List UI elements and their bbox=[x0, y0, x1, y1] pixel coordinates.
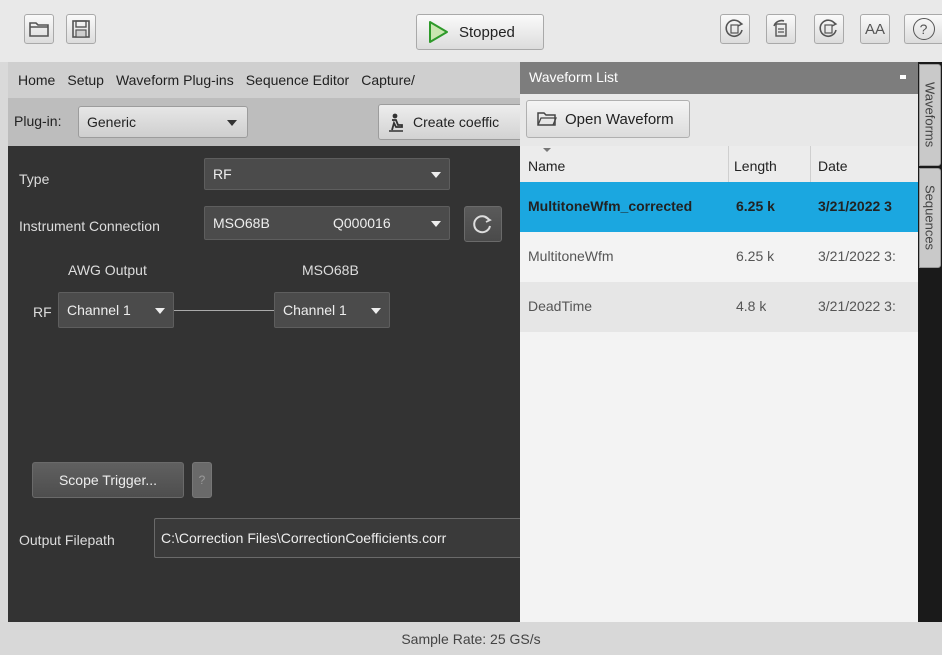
folder-open-icon bbox=[537, 112, 557, 126]
waveform-table-header: Name Length Date bbox=[520, 146, 918, 183]
instrument-serial: Q000016 bbox=[333, 215, 391, 231]
rf-label: RF bbox=[33, 304, 52, 320]
type-label: Type bbox=[19, 171, 50, 187]
output-filepath-input[interactable]: C:\Correction Files\CorrectionCoefficien… bbox=[154, 518, 520, 558]
scope-channel-value: Channel 1 bbox=[283, 302, 347, 318]
waveform-name: MultitoneWfm_corrected bbox=[528, 198, 693, 214]
tab-waveforms-label: Waveforms bbox=[922, 82, 938, 148]
open-waveform-button[interactable]: Open Waveform bbox=[526, 100, 690, 138]
waveform-date: 3/21/2022 3: bbox=[818, 248, 896, 264]
create-coefficients-icon bbox=[389, 113, 403, 132]
chevron-down-icon bbox=[155, 308, 165, 314]
instrument-connection-label: Instrument Connection bbox=[19, 218, 160, 234]
waveform-list-title: Waveform List bbox=[529, 69, 618, 85]
scope-trigger-button[interactable]: Scope Trigger... bbox=[32, 462, 184, 498]
help-icon: ? bbox=[912, 18, 935, 40]
menu-home[interactable]: Home bbox=[18, 72, 55, 88]
chevron-down-icon bbox=[431, 172, 441, 178]
main-toolbar: Stopped AA ? bbox=[0, 0, 942, 62]
menu-setup[interactable]: Setup bbox=[67, 72, 104, 88]
waveform-length: 6.25 k bbox=[736, 198, 775, 214]
menu-sequence-editor[interactable]: Sequence Editor bbox=[246, 72, 350, 88]
chevron-down-icon bbox=[371, 308, 381, 314]
plugin-label: Plug-in: bbox=[14, 113, 62, 129]
waveform-list-toolbar: Open Waveform bbox=[520, 94, 918, 146]
waveform-name: MultitoneWfm bbox=[528, 248, 614, 264]
waveform-list-header: Waveform List bbox=[520, 62, 918, 94]
instrument-model: MSO68B bbox=[213, 215, 270, 231]
menu-waveform-plugins[interactable]: Waveform Plug-ins bbox=[116, 72, 234, 88]
column-header-name[interactable]: Name bbox=[528, 158, 565, 174]
column-header-date[interactable]: Date bbox=[818, 158, 848, 174]
channel-connector-line bbox=[174, 310, 274, 311]
waveform-length: 6.25 k bbox=[736, 248, 775, 264]
type-select-value: RF bbox=[213, 166, 232, 182]
chevron-down-icon bbox=[431, 221, 441, 227]
waveform-date: 3/21/2022 3: bbox=[818, 298, 896, 314]
create-coefficients-button[interactable]: Create coeffic bbox=[378, 104, 520, 140]
table-row[interactable]: MultitoneWfm_corrected 6.25 k 3/21/2022 … bbox=[520, 182, 918, 232]
folder-icon bbox=[29, 22, 49, 37]
scope-trigger-label: Scope Trigger... bbox=[58, 472, 158, 488]
tab-waveforms[interactable]: Waveforms bbox=[919, 64, 941, 166]
left-edge bbox=[0, 62, 8, 622]
table-row[interactable]: DeadTime 4.8 k 3/21/2022 3: bbox=[520, 282, 918, 332]
output-filepath-value: C:\Correction Files\CorrectionCoefficien… bbox=[161, 530, 447, 546]
sort-descending-icon bbox=[543, 148, 551, 152]
play-icon bbox=[429, 21, 448, 43]
awg-channel-value: Channel 1 bbox=[67, 302, 131, 318]
plugin-settings-panel: Type RF Instrument Connection MSO68B Q00… bbox=[8, 146, 520, 622]
awg-channel-select[interactable]: Channel 1 bbox=[58, 292, 174, 328]
plugin-bar: Plug-in: Generic Create coeffic bbox=[8, 98, 520, 146]
reset-icon bbox=[819, 19, 838, 37]
waveform-date: 3/21/2022 3 bbox=[818, 198, 892, 214]
pin-icon[interactable] bbox=[900, 75, 906, 79]
status-bar: Sample Rate: 25 GS/s bbox=[0, 622, 942, 655]
run-stop-button[interactable]: Stopped bbox=[416, 14, 544, 50]
side-tab-strip: Waveforms Sequences bbox=[918, 62, 942, 622]
recall-button[interactable] bbox=[766, 14, 796, 44]
sample-rate-label: Sample Rate: 25 GS/s bbox=[401, 630, 541, 647]
reset-button[interactable] bbox=[814, 14, 844, 44]
menu-capture[interactable]: Capture/ bbox=[361, 72, 415, 88]
recall-icon bbox=[773, 19, 787, 37]
help-button[interactable]: ? bbox=[904, 14, 942, 44]
output-filepath-label: Output Filepath bbox=[19, 532, 115, 548]
awg-output-label: AWG Output bbox=[68, 262, 147, 278]
create-coefficients-label: Create coeffic bbox=[413, 114, 500, 130]
open-waveform-label: Open Waveform bbox=[565, 110, 674, 128]
scope-model-label: MSO68B bbox=[302, 262, 359, 278]
instrument-connection-select[interactable]: MSO68B Q000016 bbox=[204, 206, 450, 240]
open-folder-button[interactable] bbox=[24, 14, 54, 44]
reset-clear-icon bbox=[725, 19, 744, 37]
tab-sequences[interactable]: Sequences bbox=[919, 168, 941, 268]
refresh-connection-button[interactable] bbox=[464, 206, 502, 242]
save-button[interactable] bbox=[66, 14, 96, 44]
scope-trigger-help-button[interactable]: ? bbox=[192, 462, 212, 498]
plugin-select-value: Generic bbox=[87, 114, 137, 130]
main-menu: Home Setup Waveform Plug-ins Sequence Ed… bbox=[8, 62, 520, 98]
table-row[interactable]: MultitoneWfm 6.25 k 3/21/2022 3: bbox=[520, 232, 918, 282]
font-size-icon: AA bbox=[864, 20, 885, 38]
column-header-length[interactable]: Length bbox=[734, 158, 777, 174]
refresh-icon bbox=[473, 215, 492, 234]
type-select[interactable]: RF bbox=[204, 158, 450, 190]
tab-sequences-label: Sequences bbox=[922, 185, 938, 251]
save-icon bbox=[72, 20, 90, 38]
plugin-select[interactable]: Generic bbox=[78, 106, 248, 138]
waveform-name: DeadTime bbox=[528, 298, 593, 314]
help-icon: ? bbox=[198, 473, 206, 487]
waveform-length: 4.8 k bbox=[736, 298, 767, 314]
run-state-label: Stopped bbox=[459, 23, 515, 41]
font-size-button[interactable]: AA bbox=[860, 14, 890, 44]
clear-button[interactable] bbox=[720, 14, 750, 44]
scope-channel-select[interactable]: Channel 1 bbox=[274, 292, 390, 328]
chevron-down-icon bbox=[227, 120, 237, 126]
